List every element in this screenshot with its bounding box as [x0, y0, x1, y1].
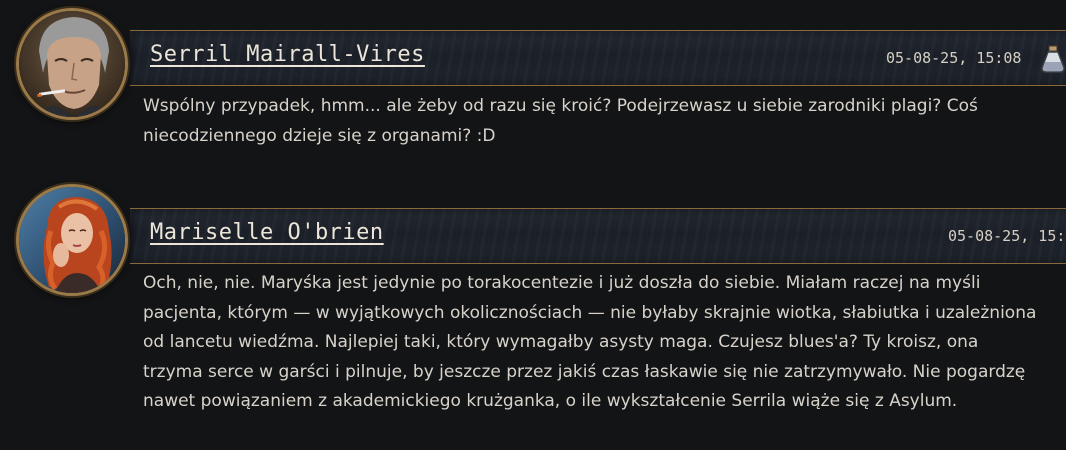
author-name[interactable]: Serril Mairall-Vires — [150, 42, 425, 67]
post-datetime: 05-08-25, 15:08 — [886, 49, 1022, 67]
post-datetime: 05-08-25, 15:1 — [948, 227, 1066, 245]
female-portrait-icon — [19, 187, 125, 293]
post: Mariselle O'brien 05-08-25, 15:1 Och, ni… — [0, 180, 1066, 450]
avatar[interactable] — [16, 8, 128, 120]
post-header: Mariselle O'brien 05-08-25, 15:1 — [130, 208, 1066, 264]
post-body: Wspólny przypadek, hmm... ale żeby od ra… — [143, 96, 978, 146]
author-name[interactable]: Mariselle O'brien — [150, 220, 384, 245]
post-header: Serril Mairall-Vires 05-08-25, 15:08 — [130, 30, 1066, 86]
post-body: Och, nie, nie. Maryśka jest jedynie po t… — [143, 273, 1037, 411]
avatar[interactable] — [16, 184, 128, 296]
potion-bottle-icon[interactable] — [1040, 44, 1066, 74]
post: Serril Mairall-Vires 05-08-25, 15:08 Wsp… — [0, 0, 1066, 180]
male-portrait-icon — [19, 11, 125, 117]
